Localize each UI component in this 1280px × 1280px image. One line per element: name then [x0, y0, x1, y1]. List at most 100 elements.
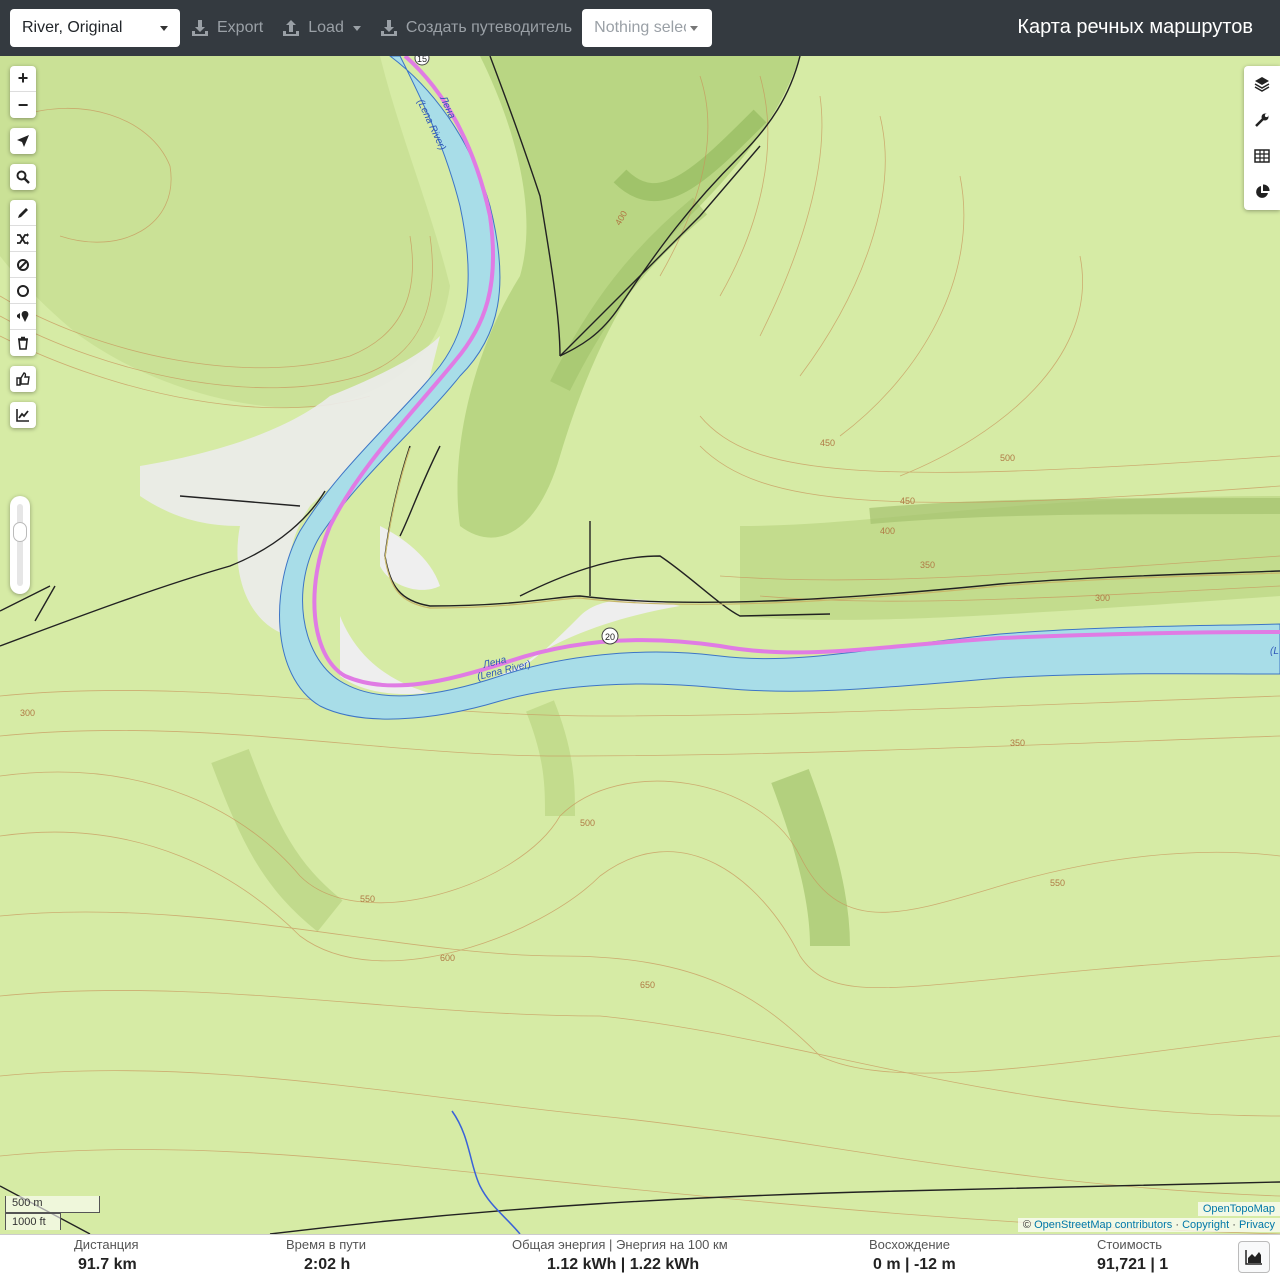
contour-label: 600 [440, 953, 455, 963]
no-go-area-button[interactable] [10, 252, 36, 278]
attribution-separator: · [1232, 1219, 1236, 1231]
privacy-link[interactable]: Privacy [1239, 1219, 1275, 1231]
wrench-icon [1255, 113, 1269, 127]
topo-map-layer: 15 20 Лена (Lena River) Лена (Lena River… [0, 56, 1280, 1234]
stat-distance-label: Дистанция [74, 1237, 139, 1252]
table-button[interactable] [1244, 138, 1280, 174]
contour-label: 550 [1050, 878, 1065, 888]
ban-icon [17, 258, 29, 271]
feedback-control [10, 366, 36, 392]
stat-time: Время в пути 2:02 h [286, 1237, 386, 1274]
stat-time-label: Время в пути [286, 1237, 366, 1252]
scale-metric: 500 m [5, 1196, 100, 1213]
locate-button[interactable] [10, 128, 36, 154]
profile-select[interactable]: River, Original [10, 9, 180, 47]
copyright-symbol: © [1022, 1219, 1032, 1231]
stat-distance-value: 91.7 km [78, 1256, 137, 1273]
search-control [10, 164, 36, 190]
table-icon [1254, 149, 1270, 163]
route-selection-value: Nothing selected [594, 19, 686, 36]
stat-cost: Стоимость 91,721 | 1 [1097, 1237, 1197, 1274]
export-button[interactable]: Export [188, 9, 265, 47]
location-arrow-icon [17, 135, 29, 147]
chevron-down-icon [690, 25, 699, 31]
right-toolbar [1244, 66, 1280, 210]
elevation-profile-button[interactable] [10, 402, 36, 428]
line-chart-icon [16, 409, 29, 422]
map-scale: 500 m 1000 ft [5, 1196, 100, 1230]
stat-time-value: 2:02 h [304, 1256, 351, 1273]
zoom-out-button[interactable]: − [10, 92, 36, 118]
river-label-short: (L [1270, 646, 1279, 657]
contour-label: 450 [900, 496, 915, 506]
app-title: Карта речных маршрутов [1017, 16, 1253, 38]
layers-icon [1254, 77, 1270, 92]
reverse-route-button[interactable] [10, 226, 36, 252]
route-selection-dropdown[interactable]: Nothing selected [582, 9, 713, 47]
zoom-slider-handle[interactable] [13, 522, 27, 542]
stat-cost-value: 91,721 | 1 [1097, 1256, 1169, 1273]
scale-imperial: 1000 ft [5, 1213, 61, 1230]
zoom-slider-track [17, 504, 23, 586]
trash-icon [18, 336, 28, 350]
contour-label: 300 [20, 708, 35, 718]
contour-label: 550 [360, 894, 375, 904]
map-attribution: © OpenStreetMap contributors · Copyright… [1017, 1218, 1280, 1232]
draw-toolbar [10, 200, 36, 356]
elevation-chart-button[interactable] [1238, 1241, 1270, 1273]
map-canvas[interactable]: 15 20 Лена (Lena River) Лена (Lena River… [0, 56, 1280, 1234]
poi-button[interactable] [10, 304, 36, 330]
load-button[interactable]: Load [279, 9, 363, 47]
area-chart-icon [1245, 1250, 1262, 1265]
chevron-down-icon [352, 25, 361, 31]
copyright-link[interactable]: Copyright [1182, 1219, 1229, 1231]
circle-area-button[interactable] [10, 278, 36, 304]
zoom-in-button[interactable]: + [10, 66, 36, 92]
layers-button[interactable] [1244, 66, 1280, 102]
search-button[interactable] [10, 164, 36, 190]
circle-icon [17, 284, 29, 297]
delete-route-button[interactable] [10, 330, 36, 356]
search-icon [16, 170, 30, 184]
settings-button[interactable] [1244, 102, 1280, 138]
create-guide-label: Создать путеводитель [405, 19, 573, 36]
stat-energy: Общая энергия | Энергия на 100 км 1.12 k… [512, 1237, 732, 1274]
load-label: Load [308, 19, 344, 36]
export-label: Export [217, 19, 264, 36]
stat-distance: Дистанция 91.7 km [74, 1237, 194, 1274]
tile-attribution: OpenTopoMap [1197, 1202, 1280, 1216]
top-navbar: River, Original Export Load Создать путе… [0, 0, 1280, 56]
download-icon [192, 20, 208, 36]
stat-energy-label: Общая энергия | Энергия на 100 км [512, 1237, 728, 1252]
contour-label: 650 [640, 980, 655, 990]
draw-route-button[interactable] [10, 200, 36, 226]
contour-label: 350 [920, 560, 935, 570]
stat-ascent: Восхождение 0 m | -12 m [869, 1237, 969, 1274]
contour-label: 300 [1095, 593, 1110, 603]
create-guide-button[interactable]: Создать путеводитель [377, 9, 574, 47]
osm-contributors-link[interactable]: OpenStreetMap contributors [1034, 1219, 1172, 1231]
contour-label: 500 [1000, 453, 1015, 463]
map-marker-icon [17, 310, 29, 322]
contour-label: 500 [580, 818, 595, 828]
pie-chart-icon [1256, 184, 1270, 198]
contour-label: 450 [820, 438, 835, 448]
zoom-slider[interactable] [10, 496, 30, 594]
route-marker-20: 20 [605, 632, 615, 642]
contour-label: 400 [880, 526, 895, 536]
opentopomap-link[interactable]: OpenTopoMap [1203, 1203, 1275, 1215]
feedback-button[interactable] [10, 366, 36, 392]
elevation-control [10, 402, 36, 428]
thumbs-up-icon [16, 372, 30, 386]
upload-icon [283, 20, 300, 36]
stat-cost-label: Стоимость [1097, 1237, 1163, 1252]
route-marker-15: 15 [417, 56, 427, 64]
analysis-button[interactable] [1244, 174, 1280, 210]
stat-energy-value: 1.12 kWh | 1.22 kWh [547, 1256, 700, 1273]
download-icon [380, 20, 397, 36]
locate-control [10, 128, 36, 154]
zoom-control: + − [10, 66, 36, 118]
contour-label: 350 [1010, 738, 1025, 748]
profile-select-value: River, Original [22, 19, 123, 36]
attribution-separator: · [1175, 1219, 1179, 1231]
